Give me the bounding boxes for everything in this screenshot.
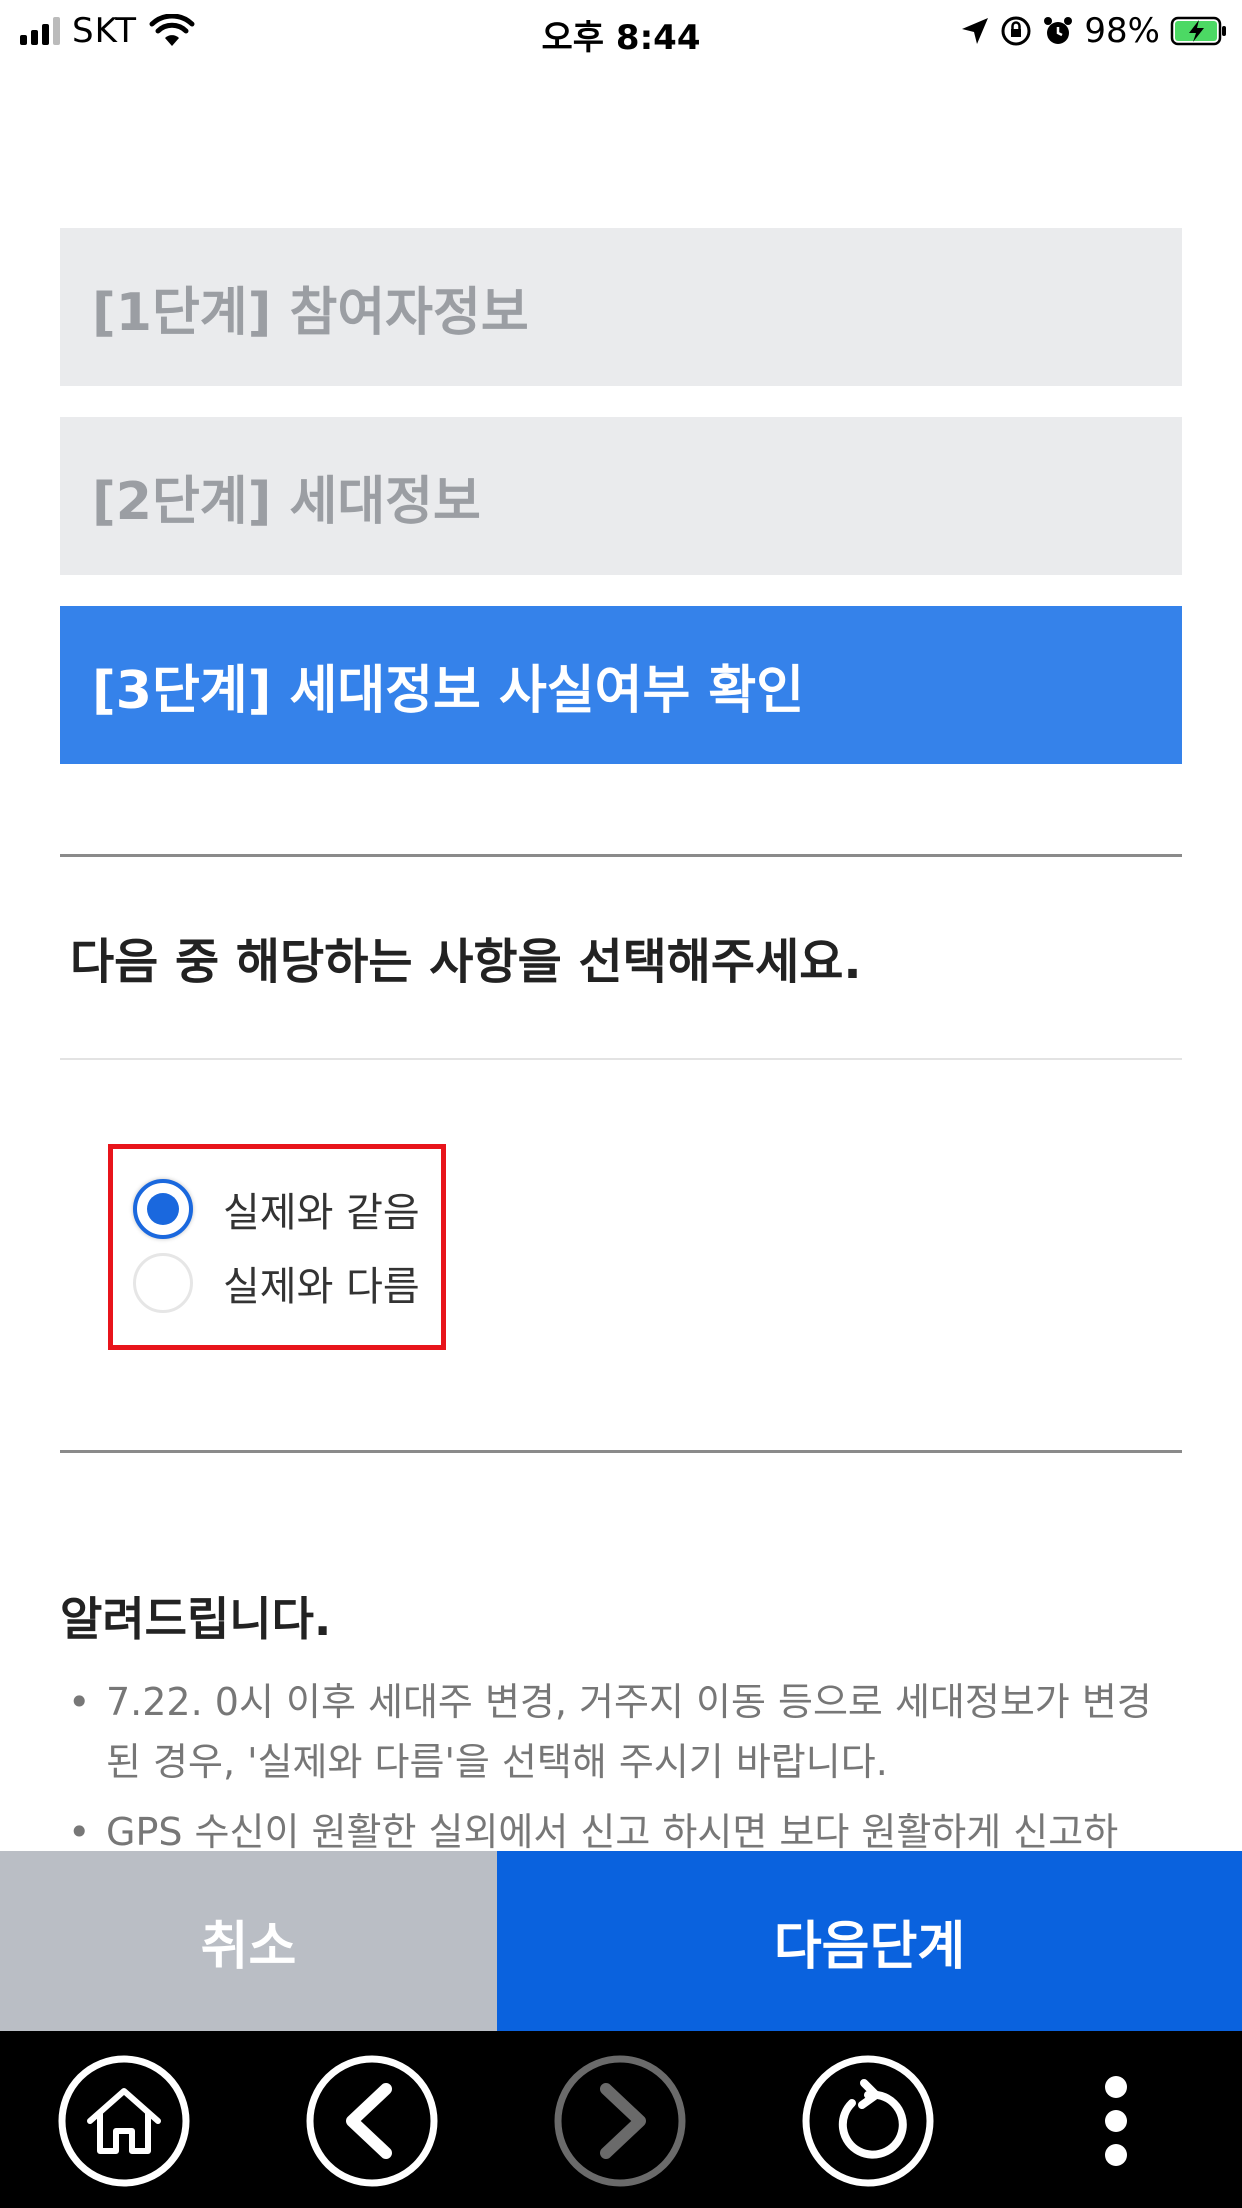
cancel-button[interactable]: 취소 [0,1851,497,2031]
back-icon[interactable] [306,2055,438,2187]
question-text: 다음 중 해당하는 사항을 선택해주세요. [70,934,862,990]
alarm-icon [1044,17,1073,44]
more-icon[interactable] [1050,2055,1182,2187]
location-arrow-icon [962,18,989,44]
step-3-panel[interactable]: [3단계] 세대정보 사실여부 확인 [60,606,1182,764]
forward-button[interactable] [554,2055,686,2187]
option-different-from-actual[interactable]: 실제와 다름 [133,1253,420,1313]
divider [60,1058,1182,1060]
battery-percentage: 98% [1084,11,1160,51]
notice-title: 알려드립니다. [60,1592,332,1646]
back-button[interactable] [306,2055,438,2187]
option-label[interactable]: 실제와 같음 [223,1180,420,1238]
step-2-panel[interactable]: [2단계] 세대정보 [60,417,1182,575]
action-bar: 취소 다음단계 [0,1851,1242,2031]
radio-unchecked-icon[interactable] [133,1253,193,1313]
step-1-panel[interactable]: [1단계] 참여자정보 [60,228,1182,386]
notice-item: • 7.22. 0시 이후 세대주 변경, 거주지 이동 등으로 세대정보가 변경… [68,1680,1152,1784]
option-same-as-actual[interactable]: 실제와 같음 [133,1179,420,1239]
home-icon[interactable] [58,2055,190,2187]
battery-charging-icon [1170,16,1226,46]
forward-icon[interactable] [554,2055,686,2187]
home-button[interactable] [58,2055,190,2187]
option-label[interactable]: 실제와 다름 [223,1254,420,1312]
next-step-button[interactable]: 다음단계 [497,1851,1242,2031]
divider [60,854,1182,857]
radio-group-highlight: 실제와 같음 실제와 다름 [108,1144,446,1350]
status-right: 98% [960,10,1228,52]
orientation-lock-icon [1001,16,1031,46]
refresh-button[interactable] [802,2055,934,2187]
browser-nav-bar [0,2031,1242,2208]
divider [60,1450,1182,1453]
more-button[interactable] [1050,2055,1182,2187]
radio-checked-icon[interactable] [133,1179,193,1239]
refresh-icon[interactable] [802,2055,934,2187]
notice-list: • 7.22. 0시 이후 세대주 변경, 거주지 이동 등으로 세대정보가 변경… [60,1672,1182,1872]
status-bar: SKT 오후 8:44 98% [0,0,1242,62]
